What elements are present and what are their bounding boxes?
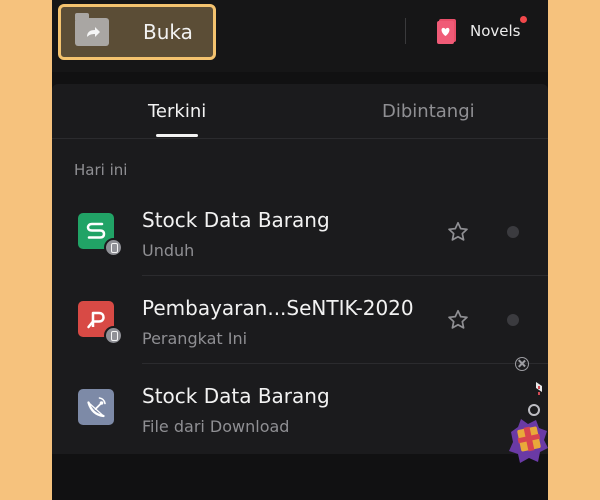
- file-location: File dari Download: [142, 417, 290, 436]
- star-icon[interactable]: [446, 308, 470, 332]
- file-row[interactable]: Stock Data Barang Unduh: [52, 188, 548, 276]
- tab-starred[interactable]: Dibintangi: [382, 101, 475, 122]
- recent-files-panel: Terkini Dibintangi Hari ini Stock Data B…: [52, 84, 548, 454]
- novels-button[interactable]: Novels: [436, 14, 521, 48]
- star-icon[interactable]: [446, 220, 470, 244]
- sync-status-dot: [507, 226, 519, 238]
- file-title: Stock Data Barang: [142, 384, 330, 408]
- file-location: Perangkat Ini: [142, 329, 248, 348]
- file-location: Unduh: [142, 241, 195, 260]
- book-heart-icon: [436, 17, 458, 45]
- app-screen: Buka Novels Terkini Dibintangi Hari ini: [52, 0, 548, 500]
- satellite-dish-icon: [78, 389, 114, 425]
- open-button-label: Buka: [143, 20, 193, 44]
- sync-status-dot: [507, 314, 519, 326]
- device-icon: [104, 238, 123, 257]
- notification-dot: [520, 16, 527, 23]
- open-button[interactable]: Buka: [58, 4, 216, 60]
- active-tab-indicator: [156, 134, 198, 137]
- close-promo-icon[interactable]: [515, 357, 529, 371]
- top-bar: Buka Novels: [52, 0, 548, 72]
- folder-icon: [75, 13, 109, 46]
- header-divider: [405, 18, 406, 44]
- section-header-today: Hari ini: [74, 161, 128, 179]
- tab-bar: Terkini Dibintangi: [52, 84, 548, 139]
- file-title: Stock Data Barang: [142, 208, 330, 232]
- gift-box-icon[interactable]: [508, 382, 548, 464]
- file-row[interactable]: Stock Data Barang File dari Download: [52, 364, 548, 452]
- file-row[interactable]: Pembayaran...SeNTIK-2020 Perangkat Ini: [52, 276, 548, 364]
- tab-recent[interactable]: Terkini: [148, 101, 206, 122]
- device-icon: [104, 326, 123, 345]
- novels-label: Novels: [470, 22, 521, 40]
- file-title: Pembayaran...SeNTIK-2020: [142, 296, 414, 320]
